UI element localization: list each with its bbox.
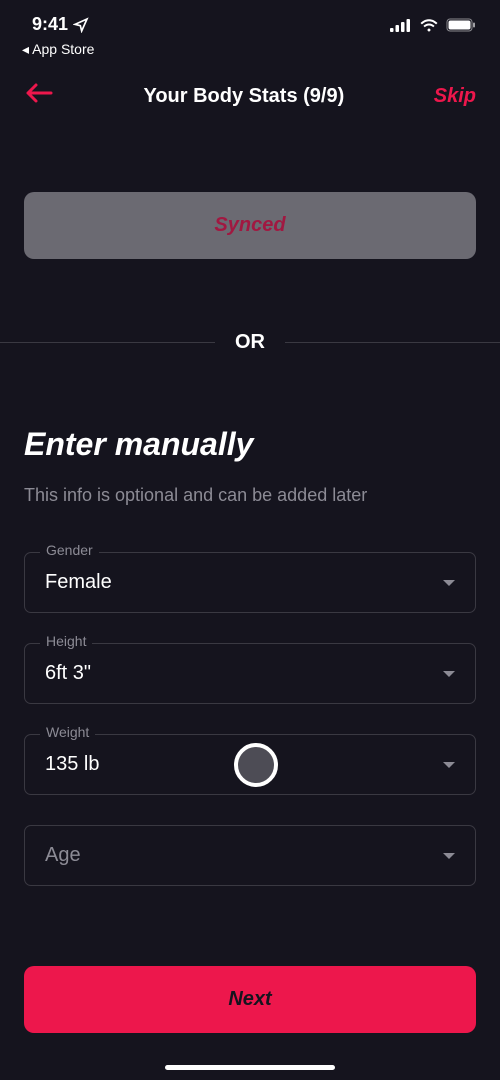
divider-text: OR [235, 331, 265, 354]
chevron-down-icon [443, 671, 455, 677]
status-bar: 9:41 [0, 0, 500, 39]
age-group: Age [0, 795, 500, 886]
header: Your Body Stats (9/9) Skip [0, 64, 500, 128]
gender-select[interactable]: Female [24, 552, 476, 613]
weight-value: 135 lb [45, 753, 100, 776]
back-caret-icon: ◂ [22, 41, 32, 57]
cellular-icon [390, 18, 412, 32]
wifi-icon [419, 18, 439, 32]
battery-icon [446, 18, 476, 32]
divider: OR [0, 331, 500, 354]
height-group: Height 6ft 3" [0, 613, 500, 704]
chevron-down-icon [443, 853, 455, 859]
manual-heading: Enter manually [0, 354, 500, 463]
back-to-app-store[interactable]: ◂ App Store [0, 39, 500, 64]
height-label: Height [40, 633, 92, 649]
weight-label: Weight [40, 724, 95, 740]
page-title: Your Body Stats (9/9) [143, 85, 344, 108]
chevron-down-icon [443, 762, 455, 768]
synced-label: Synced [214, 214, 285, 236]
skip-button[interactable]: Skip [434, 85, 476, 108]
status-time: 9:41 [32, 14, 68, 35]
arrow-left-icon [24, 81, 54, 105]
gender-group: Gender Female [0, 506, 500, 613]
home-indicator[interactable] [165, 1065, 335, 1070]
weight-group: Weight 135 lb [0, 704, 500, 795]
status-time-group: 9:41 [32, 14, 89, 35]
next-button[interactable]: Next [24, 966, 476, 1033]
gender-label: Gender [40, 542, 99, 558]
status-indicators [390, 18, 476, 32]
divider-line-right [285, 342, 500, 343]
divider-line-left [0, 342, 215, 343]
back-button[interactable] [24, 80, 54, 112]
loading-spinner-icon [234, 743, 278, 787]
age-select[interactable]: Age [24, 825, 476, 886]
synced-button[interactable]: Synced [24, 192, 476, 259]
manual-subtext: This info is optional and can be added l… [0, 463, 500, 506]
location-icon [73, 17, 89, 33]
gender-value: Female [45, 571, 112, 594]
next-label: Next [228, 988, 271, 1010]
weight-select[interactable]: 135 lb [24, 734, 476, 795]
height-select[interactable]: 6ft 3" [24, 643, 476, 704]
height-value: 6ft 3" [45, 662, 91, 685]
chevron-down-icon [443, 580, 455, 586]
age-placeholder: Age [45, 844, 81, 867]
